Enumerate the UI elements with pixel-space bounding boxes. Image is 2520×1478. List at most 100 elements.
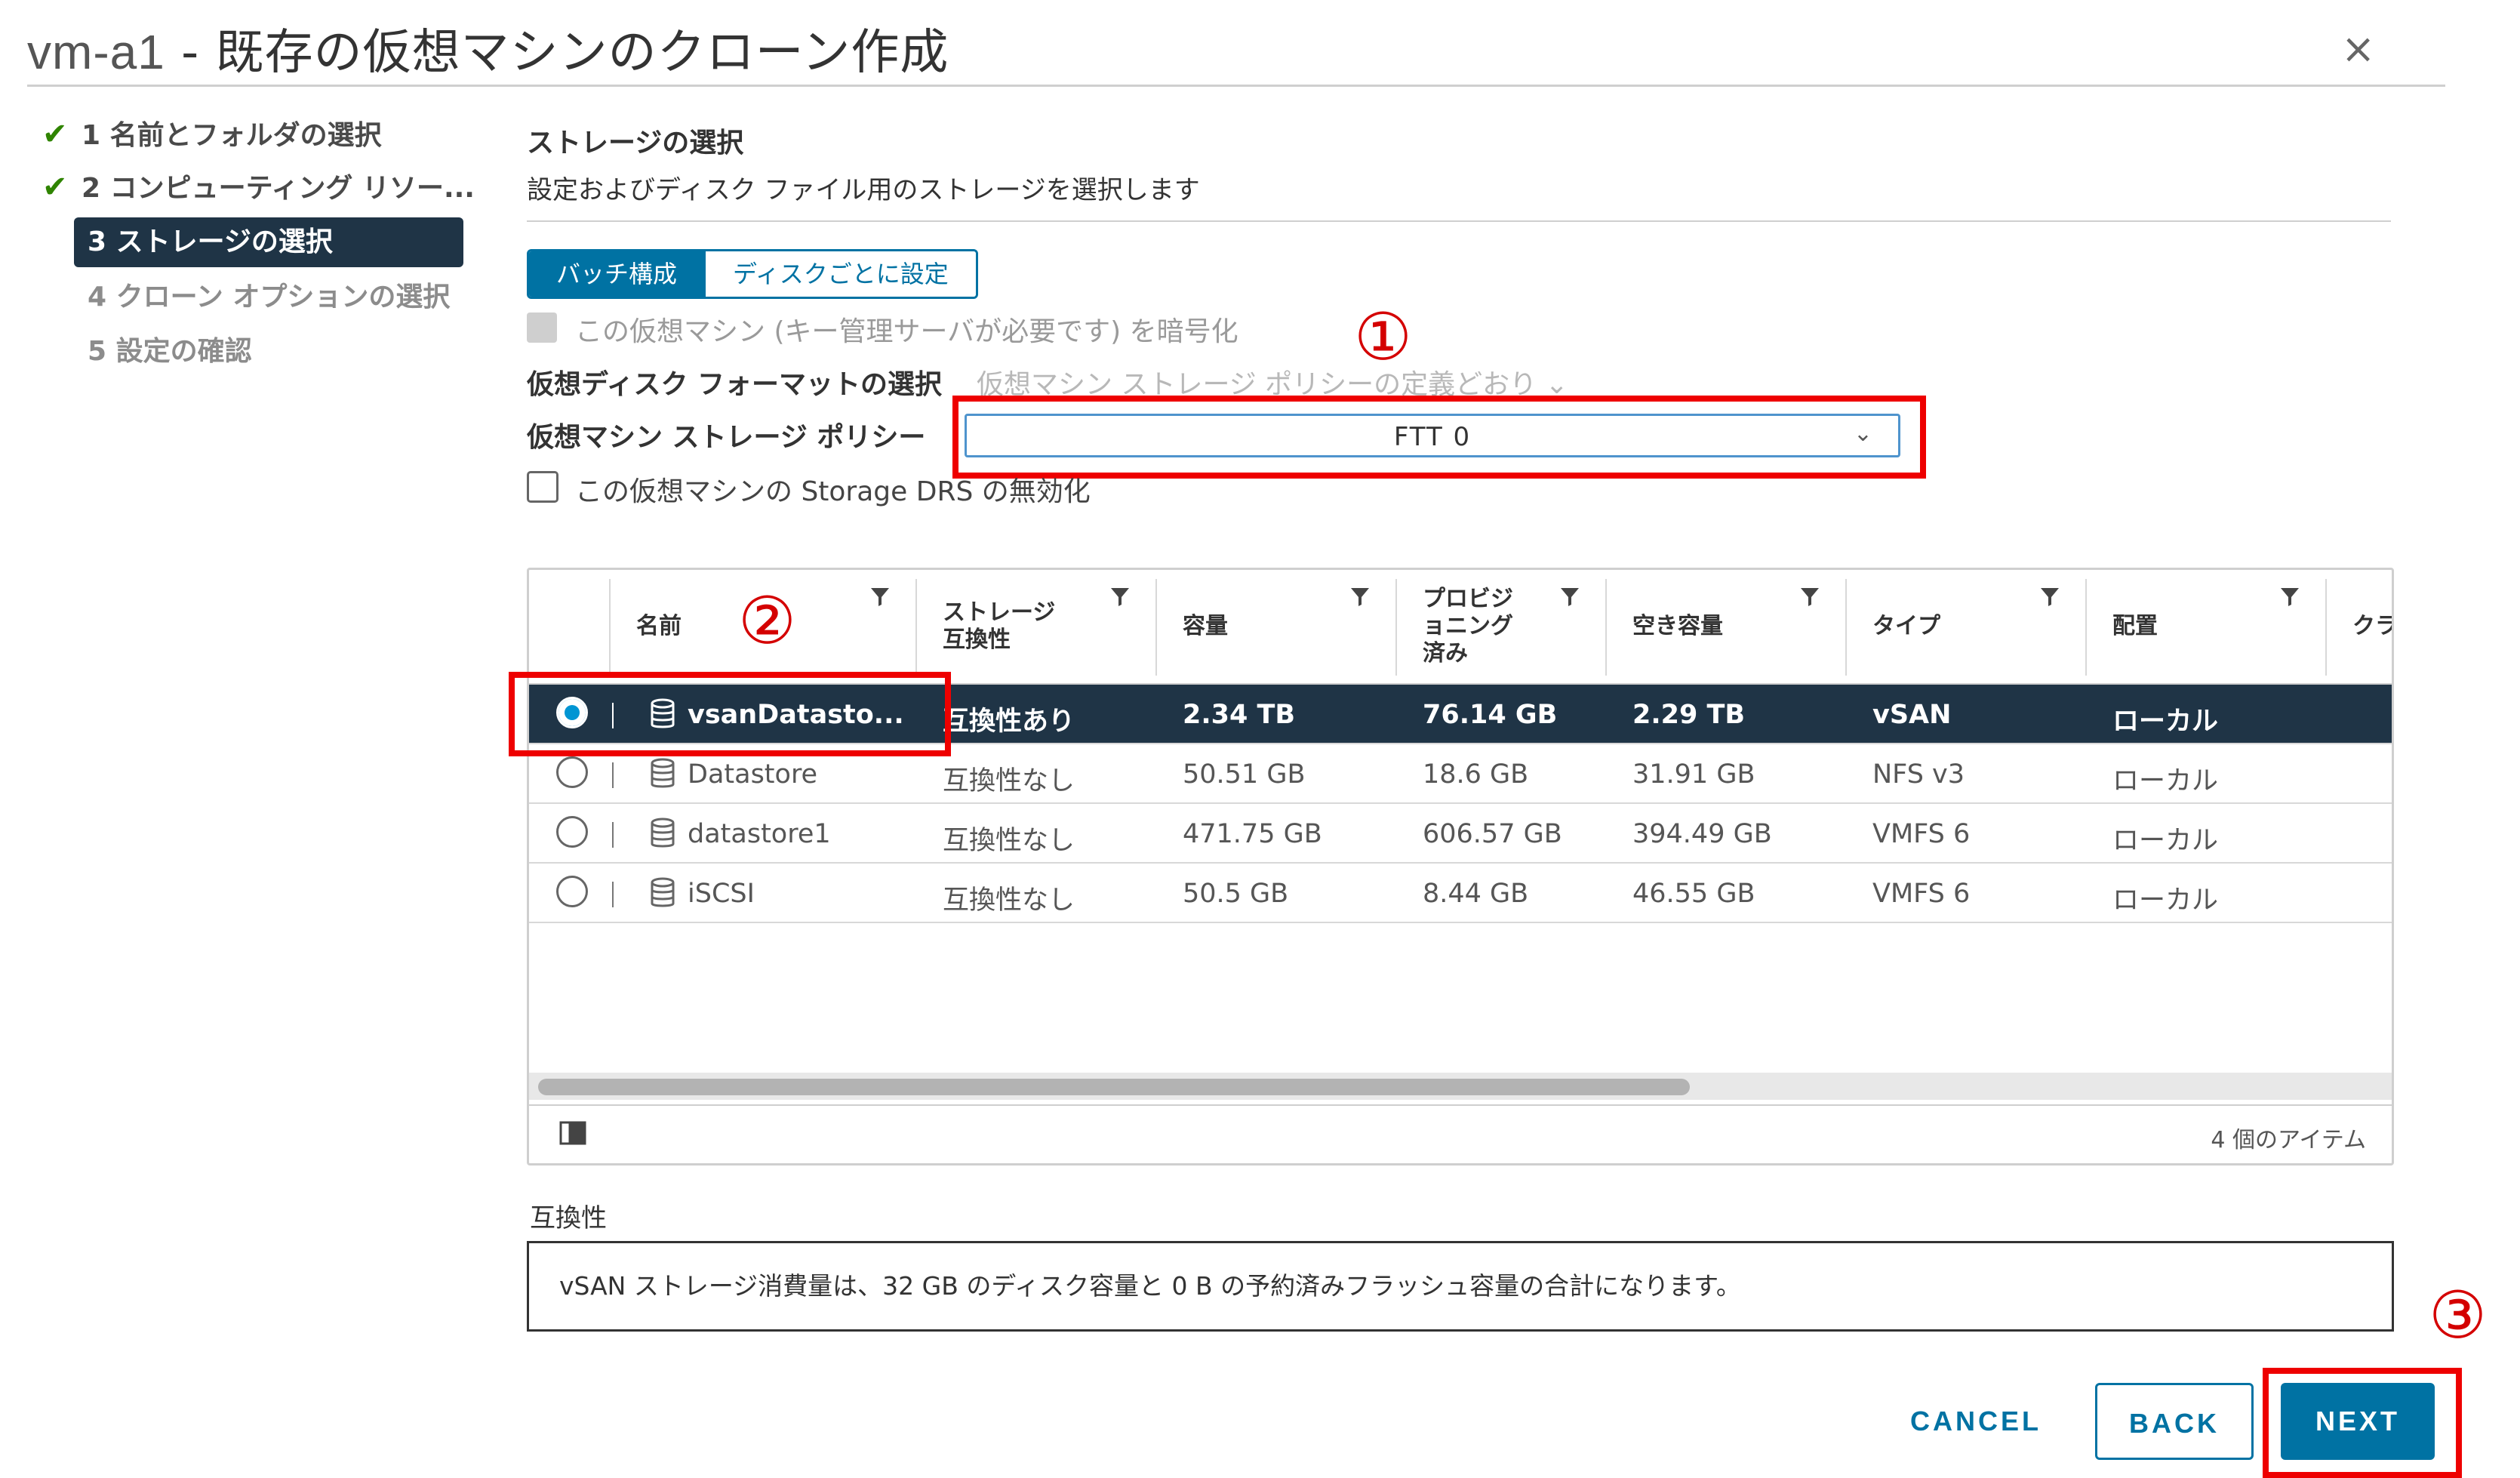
cell-provisioned: 18.6 GB — [1423, 759, 1529, 790]
table-row[interactable]: datastore1 互換性なし 471.75 GB 606.57 GB 394… — [529, 804, 2392, 864]
cell-type: NFS v3 — [1872, 759, 1965, 790]
cell-free: 394.49 GB — [1632, 819, 1772, 849]
title-separator: - — [165, 25, 216, 81]
row-radio[interactable] — [556, 876, 588, 907]
cell-name: Datastore — [688, 759, 818, 790]
filter-icon[interactable] — [2040, 587, 2060, 608]
row-separator — [612, 762, 614, 788]
cell-placement: ローカル — [2112, 707, 2219, 737]
cell-type: VMFS 6 — [1872, 819, 1971, 849]
datastore-icon — [651, 758, 675, 788]
cell-provisioned: 606.57 GB — [1423, 819, 1562, 849]
cancel-button[interactable]: CANCEL — [1893, 1383, 2059, 1460]
column-toggle-icon[interactable] — [559, 1121, 586, 1145]
grid-header-placement[interactable]: 配置 — [2087, 570, 2327, 685]
cell-free: 46.55 GB — [1632, 879, 1755, 909]
cell-capacity: 50.5 GB — [1183, 879, 1289, 909]
compatibility-label: 互換性 — [530, 1203, 607, 1233]
cell-free: 31.91 GB — [1632, 759, 1755, 790]
step-label: 2 コンピューティング リソー... — [82, 173, 475, 204]
filter-icon[interactable] — [1350, 587, 1370, 608]
cell-compat: 互換性なし — [943, 885, 1075, 916]
cell-provisioned: 76.14 GB — [1423, 700, 1558, 730]
item-count: 4 個のアイテム — [2211, 1127, 2366, 1153]
filter-icon[interactable] — [2280, 587, 2300, 608]
cell-name: iSCSI — [688, 879, 755, 909]
cell-placement: ローカル — [2112, 826, 2219, 856]
grid-header-compat[interactable]: ストレージ 互換性 — [917, 570, 1157, 685]
grid-header-select — [529, 570, 611, 685]
disable-drs-checkbox[interactable] — [527, 471, 558, 503]
filter-icon[interactable] — [1560, 587, 1580, 608]
cell-compat: 互換性なし — [943, 766, 1075, 796]
step-1-name-folder[interactable]: ✔ 1 名前とフォルダの選択 — [42, 113, 382, 152]
scrollbar-thumb[interactable] — [538, 1079, 1690, 1095]
grid-header-type[interactable]: タイプ — [1847, 570, 2087, 685]
row-separator — [612, 822, 614, 848]
compatibility-text: vSAN ストレージ消費量は、32 GB のディスク容量と 0 B の予約済みフ… — [559, 1271, 1741, 1301]
column-label: 容量 — [1183, 613, 1228, 639]
table-row[interactable]: iSCSI 互換性なし 50.5 GB 8.44 GB 46.55 GB VMF… — [529, 864, 2392, 923]
grid-header-provisioned[interactable]: プロビジ ョニング 済み — [1397, 570, 1607, 685]
section-divider — [527, 220, 2391, 222]
cell-provisioned: 8.44 GB — [1423, 879, 1529, 909]
checkmark-icon: ✔ — [42, 170, 68, 205]
annotation-number-2: ② — [738, 584, 797, 659]
column-label: プロビジ ョニング 済み — [1423, 586, 1513, 667]
filter-icon[interactable] — [1800, 587, 1820, 608]
annotation-number-3: ③ — [2429, 1278, 2488, 1353]
cell-type: vSAN — [1872, 700, 1952, 730]
disable-drs-label: この仮想マシンの Storage DRS の無効化 — [575, 476, 1091, 507]
grid-header-cluster[interactable]: クラ — [2327, 570, 2394, 685]
annotation-box-1 — [952, 396, 1926, 479]
row-separator — [612, 882, 614, 907]
filter-icon[interactable] — [1110, 587, 1130, 608]
back-button[interactable]: BACK — [2095, 1383, 2254, 1460]
cell-compat: 互換性なし — [943, 826, 1075, 856]
close-icon[interactable]: × — [2341, 29, 2375, 69]
step-2-compute-resource[interactable]: ✔ 2 コンピューティング リソー... — [42, 166, 475, 205]
cell-capacity: 50.51 GB — [1183, 759, 1306, 790]
step-4-clone-options: 4 クローン オプションの選択 — [88, 282, 451, 313]
cell-capacity: 471.75 GB — [1183, 819, 1322, 849]
filter-icon[interactable] — [870, 587, 890, 608]
datastore-grid: 名前 ストレージ 互換性 容量 プロビジ ョニング 済み 空き容量 タイプ 配置… — [527, 568, 2394, 1165]
section-title: ストレージの選択 — [527, 128, 744, 159]
column-label: 名前 — [636, 613, 682, 639]
storage-policy-label: 仮想マシン ストレージ ポリシー — [527, 422, 926, 453]
step-label: 1 名前とフォルダの選択 — [82, 120, 382, 151]
row-radio[interactable] — [556, 756, 588, 788]
encrypt-label: この仮想マシン (キー管理サーバが必要です) を暗号化 — [575, 316, 1238, 347]
vm-name: vm-a1 — [27, 25, 165, 79]
grid-header-free[interactable]: 空き容量 — [1607, 570, 1847, 685]
step-5-review: 5 設定の確認 — [88, 336, 252, 367]
annotation-box-3 — [2263, 1368, 2462, 1478]
checkmark-icon: ✔ — [42, 117, 68, 152]
step-3-storage[interactable]: 3 ストレージの選択 — [74, 217, 463, 267]
column-label: クラ — [2352, 613, 2394, 639]
disk-format-label: 仮想ディスク フォーマットの選択 — [527, 369, 943, 400]
row-radio[interactable] — [556, 816, 588, 848]
cell-name: datastore1 — [688, 819, 831, 849]
column-label: ストレージ 互換性 — [943, 599, 1056, 653]
per-disk-config-button[interactable]: ディスクごとに設定 — [704, 251, 976, 297]
annotation-box-2 — [509, 672, 951, 756]
column-label: 配置 — [2112, 613, 2158, 639]
cell-free: 2.29 TB — [1632, 700, 1746, 730]
encrypt-checkbox — [527, 313, 557, 343]
annotation-number-1: ① — [1354, 300, 1413, 375]
cell-type: VMFS 6 — [1872, 879, 1971, 909]
dialog-title: vm-a1 - 既存の仮想マシンのクローン作成 — [27, 14, 949, 83]
datastore-icon — [651, 877, 675, 907]
header-divider — [27, 85, 2445, 87]
config-mode-toggle: バッチ構成 ディスクごとに設定 — [527, 249, 978, 299]
batch-config-button[interactable]: バッチ構成 — [529, 251, 705, 297]
column-label: 空き容量 — [1632, 613, 1723, 639]
cell-placement: ローカル — [2112, 885, 2219, 916]
cell-compat: 互換性あり — [943, 707, 1075, 737]
compatibility-box: vSAN ストレージ消費量は、32 GB のディスク容量と 0 B の予約済みフ… — [527, 1241, 2394, 1332]
title-text: 既存の仮想マシンのクローン作成 — [215, 25, 949, 81]
grid-footer: 4 個のアイテム — [529, 1104, 2392, 1163]
grid-header-capacity[interactable]: 容量 — [1157, 570, 1397, 685]
cell-capacity: 2.34 TB — [1183, 700, 1296, 730]
